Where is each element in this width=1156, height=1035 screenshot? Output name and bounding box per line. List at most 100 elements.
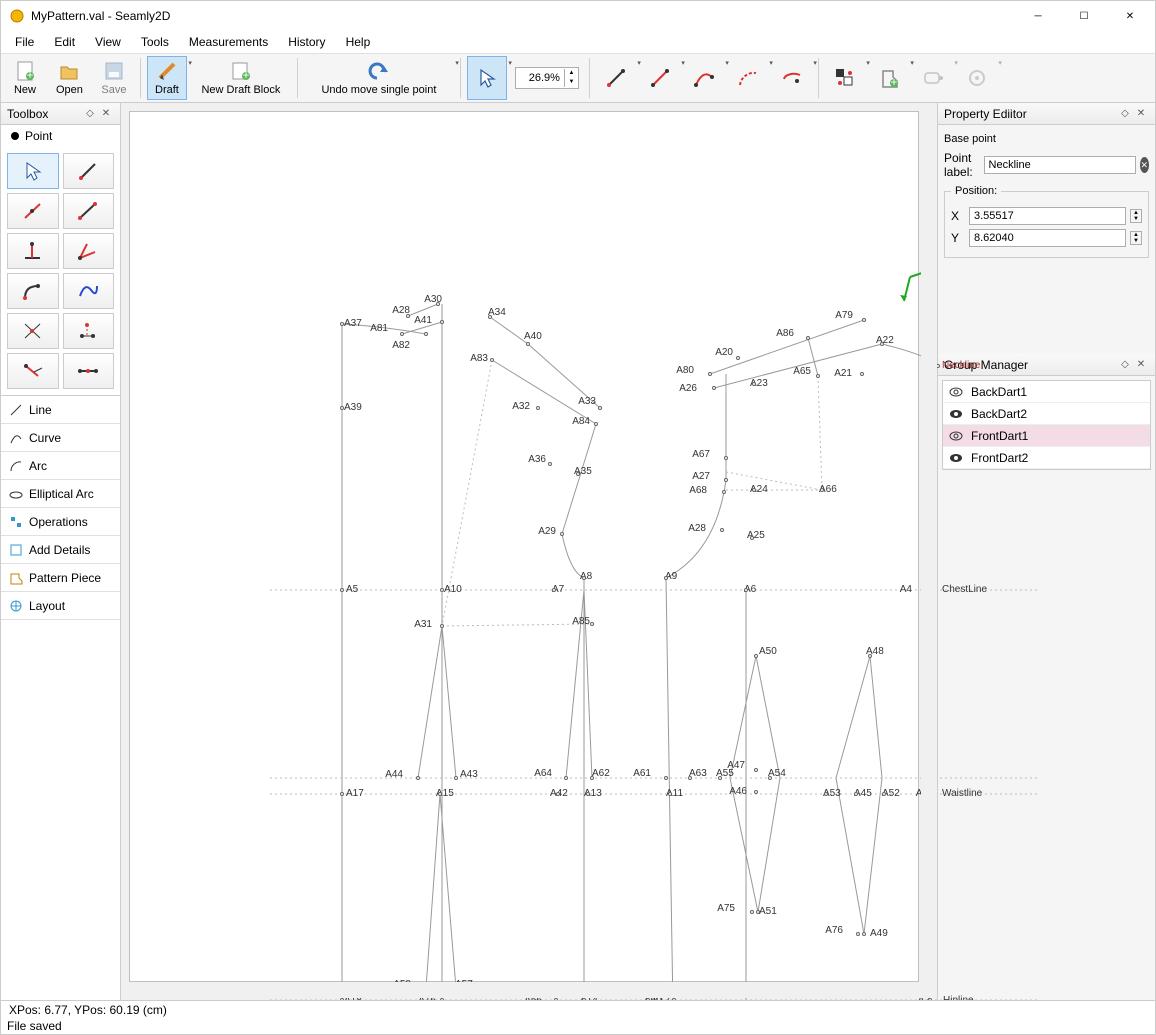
cat-ops[interactable]: Operations [1,508,120,536]
maximize-button[interactable]: ☐ [1061,1,1107,31]
point-dot[interactable] [882,792,886,796]
pos-x-input[interactable] [969,207,1126,225]
point-dot[interactable] [862,318,866,322]
settings-icon[interactable]: ▾ [957,56,997,100]
point-dot[interactable] [862,932,866,936]
arc-tool-icon[interactable]: ▾ [728,56,768,100]
point-dot[interactable] [880,342,884,346]
menu-file[interactable]: File [5,33,44,51]
canvas[interactable]: A37A28A30A81A41A82A34A40A83A32A33A84A36A… [121,103,937,1000]
cat-layout[interactable]: Layout [1,592,120,620]
point-dot[interactable] [488,315,492,319]
menu-history[interactable]: History [278,33,335,51]
menu-help[interactable]: Help [336,33,381,51]
tool-pointer[interactable] [7,153,59,189]
open-button[interactable]: Open [49,56,90,100]
tool-perp[interactable] [7,233,59,269]
cat-line[interactable]: Line [1,396,120,424]
point-dot[interactable] [806,336,810,340]
point-dot[interactable] [400,332,404,336]
close-button[interactable]: ✕ [1107,1,1153,31]
point-dot[interactable] [750,910,754,914]
point-dot[interactable] [736,356,740,360]
point-dot[interactable] [340,322,344,326]
cat-elarc[interactable]: Elliptical Arc [1,480,120,508]
piece-tool-icon[interactable]: ▾ [913,56,953,100]
tool-spline[interactable] [63,273,115,309]
point-dot[interactable] [720,528,724,532]
line-tool-icon[interactable]: ▾ [596,56,636,100]
point-dot[interactable] [754,654,758,658]
point-dot[interactable] [576,472,580,476]
group-row[interactable]: BackDart2 [943,403,1150,425]
point-dot[interactable] [560,532,564,536]
tool-midpoint[interactable] [7,193,59,229]
point-dot[interactable] [582,998,586,1000]
point-dot[interactable] [536,406,540,410]
detail-tool-icon[interactable]: +▾ [869,56,909,100]
zoom-up[interactable]: ▲ [564,69,578,78]
group-row[interactable]: FrontDart2 [943,447,1150,469]
toolbox-close-icon[interactable]: ✕ [98,106,114,122]
point-dot[interactable] [754,768,758,772]
group-row[interactable]: FrontDart1 [943,425,1150,447]
point-dot[interactable] [340,406,344,410]
point-dot[interactable] [564,776,568,780]
tool-intersect[interactable] [7,313,59,349]
elarc-tool-icon[interactable]: ▾ [772,56,812,100]
point-dot[interactable] [554,998,558,1000]
point-dot[interactable] [756,910,760,914]
x-down[interactable]: ▼ [1131,216,1141,222]
point-dot[interactable] [582,576,586,580]
point-dot[interactable] [724,456,728,460]
point-dot[interactable] [552,588,556,592]
menu-edit[interactable]: Edit [44,33,85,51]
point-dot[interactable] [868,654,872,658]
point-dot[interactable] [856,932,860,936]
point-dot[interactable] [860,372,864,376]
menu-view[interactable]: View [85,33,131,51]
tool-bisect[interactable] [63,233,115,269]
point-dot[interactable] [718,776,722,780]
point-dot[interactable] [556,792,560,796]
tool-endline[interactable] [63,193,115,229]
property-close-icon[interactable]: ✕ [1133,106,1149,122]
point-dot[interactable] [594,422,598,426]
point-dot[interactable] [820,488,824,492]
point-dot[interactable] [436,302,440,306]
point-dot[interactable] [754,790,758,794]
point-dot[interactable] [816,374,820,378]
groupmgr-close-icon[interactable]: ✕ [1133,357,1149,373]
point-dot[interactable] [340,998,344,1000]
group-tool-icon[interactable]: ▾ [825,56,865,100]
point-dot[interactable] [416,776,420,780]
point-dot[interactable] [928,998,932,1000]
new-draft-block-button[interactable]: +New Draft Block [191,56,291,100]
tool-along[interactable] [63,353,115,389]
tool-segment[interactable] [63,153,115,189]
point-dot[interactable] [438,792,442,796]
point-dot[interactable] [406,314,410,318]
pos-y-input[interactable] [969,229,1126,247]
new-button[interactable]: +New [5,56,45,100]
point-dot[interactable] [586,792,590,796]
point-dot[interactable] [854,792,858,796]
clear-icon[interactable]: ✕ [1140,157,1149,173]
cat-piece[interactable]: Pattern Piece [1,564,120,592]
point-dot[interactable] [750,536,754,540]
point-dot[interactable] [340,588,344,592]
tool-shoulder[interactable] [7,353,59,389]
point-dot[interactable] [646,998,650,1000]
curve-tool-icon[interactable]: ▾ [684,56,724,100]
tool-triangle[interactable] [63,313,115,349]
point-dot[interactable] [824,792,828,796]
menu-tools[interactable]: Tools [131,33,179,51]
group-row[interactable]: BackDart1 [943,381,1150,403]
point-dot[interactable] [722,490,726,494]
point-dot[interactable] [672,998,676,1000]
point-dot[interactable] [752,488,756,492]
toolbox-float-icon[interactable]: ◇ [82,106,98,122]
pointlabel-input[interactable] [984,156,1136,174]
cat-details[interactable]: Add Details [1,536,120,564]
save-button[interactable]: Save [94,56,134,100]
